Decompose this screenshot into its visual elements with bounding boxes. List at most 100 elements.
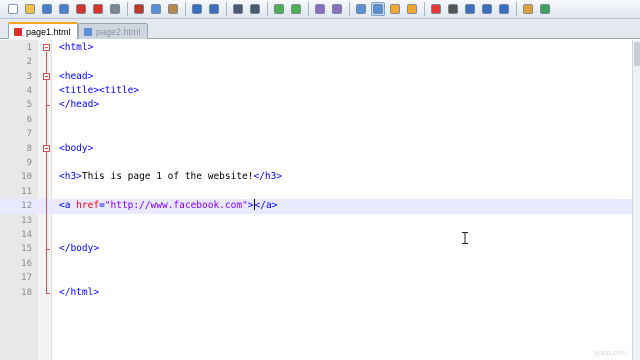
- undo-icon[interactable]: [190, 2, 204, 16]
- fold-guide: [46, 152, 47, 250]
- fold-end-marker: [46, 105, 50, 107]
- user-language-icon[interactable]: [405, 2, 419, 16]
- paste-icon[interactable]: [166, 2, 180, 16]
- toolbar-separator: [424, 2, 425, 16]
- code-text: <body>: [59, 142, 93, 156]
- code-line[interactable]: 11: [0, 185, 632, 199]
- code-line[interactable]: 14: [0, 228, 632, 242]
- code-line[interactable]: 17: [0, 271, 632, 285]
- copy-icon[interactable]: [149, 2, 163, 16]
- code-line[interactable]: 9: [0, 156, 632, 170]
- line-number: 12: [21, 201, 32, 212]
- close-all-icon[interactable]: [91, 2, 105, 16]
- html-tag-token: <head>: [59, 70, 94, 82]
- tab-page2[interactable]: page2.html: [78, 23, 148, 39]
- playback-icon[interactable]: [463, 2, 477, 16]
- html-tag-token: <title><title>: [59, 85, 140, 96]
- line-number: 16: [21, 258, 32, 269]
- scrollbar-thumb[interactable]: [634, 42, 640, 66]
- line-number: 7: [26, 129, 32, 140]
- indent-guide-icon[interactable]: [388, 2, 402, 16]
- code-line[interactable]: 6: [0, 113, 632, 127]
- line-number: 14: [21, 230, 32, 240]
- code-text: <title><title>: [59, 84, 139, 98]
- line-number: 1: [26, 42, 32, 53]
- redo-icon[interactable]: [207, 2, 221, 16]
- stop-record-icon[interactable]: [446, 2, 460, 16]
- line-number: 6: [26, 114, 32, 125]
- watermark: lynda.com: [594, 350, 626, 357]
- html-tag-token: </body>: [59, 243, 100, 255]
- run-multiple-icon[interactable]: [480, 2, 494, 16]
- save-macro-icon[interactable]: [497, 2, 511, 16]
- fold-toggle-icon[interactable]: [43, 145, 50, 153]
- open-file-icon[interactable]: [23, 2, 37, 16]
- print-icon[interactable]: [108, 2, 122, 16]
- text-token: This is page 1 of the website!: [81, 171, 254, 183]
- string-token: "http://www.facebook.com": [104, 200, 248, 212]
- code-line[interactable]: 3 <head>: [0, 70, 632, 84]
- vertical-scrollbar[interactable]: [632, 40, 640, 360]
- close-icon[interactable]: [74, 2, 88, 16]
- spell-check-icon[interactable]: [538, 2, 552, 16]
- code-line[interactable]: 10 <h3>This is page 1 of the website!</h3…: [0, 170, 632, 184]
- toolbar-separator: [516, 2, 517, 16]
- zoom-out-icon[interactable]: [289, 2, 303, 16]
- tab-label: page1.html: [26, 26, 71, 37]
- code-line[interactable]: 2: [0, 55, 632, 69]
- html-tag-token: </html>: [59, 286, 100, 298]
- text-cursor-icon: [462, 232, 468, 244]
- launch-browser-icon[interactable]: [521, 2, 535, 16]
- code-text: <h3>This is page 1 of the website!</h3>: [59, 170, 282, 184]
- code-line[interactable]: 8 <body>: [0, 142, 632, 156]
- tab-page1[interactable]: page1.html: [8, 22, 78, 39]
- record-macro-icon[interactable]: [429, 2, 443, 16]
- html-tag-token: </h3>: [253, 171, 283, 183]
- line-number: 3: [26, 71, 32, 82]
- code-line[interactable]: 5 </head>: [0, 98, 632, 112]
- replace-icon[interactable]: [248, 2, 262, 16]
- html-tag-token: </a>: [254, 200, 278, 212]
- code-text: <a href="http://www.facebook.com"></a>: [59, 199, 277, 213]
- code-line[interactable]: 15 </body>: [0, 242, 632, 256]
- save-icon[interactable]: [40, 2, 54, 16]
- line-number: 5: [26, 100, 32, 111]
- code-text: <html>: [59, 41, 93, 55]
- toolbar-separator: [308, 2, 309, 16]
- document-tab-bar: page1.html page2.html: [0, 19, 640, 39]
- code-line[interactable]: 4 <title><title>: [0, 84, 632, 98]
- fold-toggle-icon[interactable]: [43, 44, 50, 52]
- line-number: 9: [26, 158, 32, 168]
- cut-icon[interactable]: [132, 2, 146, 16]
- toolbar-separator: [127, 2, 128, 16]
- word-wrap-icon[interactable]: [354, 2, 368, 16]
- code-line[interactable]: 13: [0, 214, 632, 228]
- attribute-token: href: [76, 200, 100, 212]
- zoom-in-icon[interactable]: [272, 2, 286, 16]
- show-all-chars-icon[interactable]: [371, 2, 385, 16]
- toolbar-separator: [185, 2, 186, 16]
- new-file-icon[interactable]: [6, 2, 20, 16]
- code-text: <head>: [59, 70, 93, 84]
- line-number: 4: [26, 86, 32, 96]
- toolbar-separator: [267, 2, 268, 16]
- sync-vertical-icon[interactable]: [313, 2, 327, 16]
- html-tag-token: <a: [59, 200, 77, 212]
- fold-toggle-icon[interactable]: [43, 73, 50, 81]
- saved-file-icon: [84, 27, 92, 36]
- code-line[interactable]: 18 </html>: [0, 286, 632, 300]
- code-line[interactable]: 16: [0, 257, 632, 271]
- line-number: 11: [21, 186, 32, 197]
- code-text: </head>: [59, 98, 99, 112]
- main-toolbar: [0, 0, 640, 19]
- code-line[interactable]: 7: [0, 127, 632, 141]
- find-icon[interactable]: [231, 2, 245, 16]
- code-line[interactable]: 12 <a href="http://www.facebook.com"></a>: [0, 199, 632, 214]
- sync-horizontal-icon[interactable]: [330, 2, 344, 16]
- html-tag-token: <html>: [59, 41, 94, 53]
- code-editor[interactable]: 1 <html> 2 3 <head> 4 <title><title> 5 </head> 6 7…: [0, 40, 632, 360]
- save-all-icon[interactable]: [57, 2, 71, 16]
- line-number: 13: [21, 215, 32, 226]
- code-line[interactable]: 1 <html>: [0, 41, 632, 55]
- line-number: 17: [21, 273, 32, 284]
